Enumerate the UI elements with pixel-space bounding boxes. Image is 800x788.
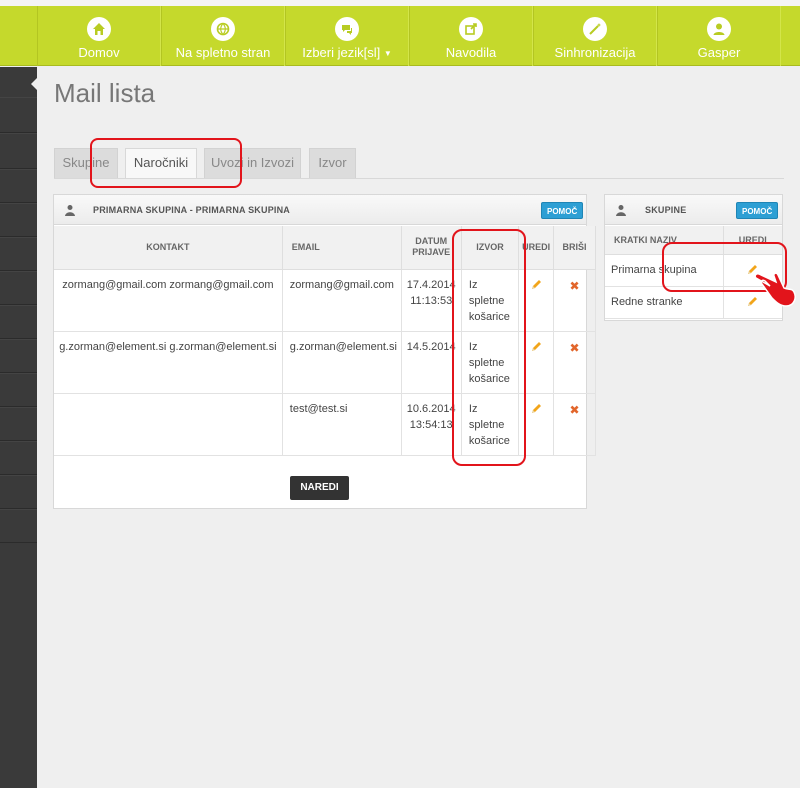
sidebar-item[interactable] bbox=[0, 305, 37, 339]
user-icon bbox=[64, 203, 76, 221]
nav-label: Gasper bbox=[697, 45, 741, 60]
sidebar-item[interactable] bbox=[0, 237, 37, 271]
sidebar-item[interactable] bbox=[0, 271, 37, 305]
home-icon bbox=[87, 17, 111, 41]
panel-title: SKUPINE bbox=[645, 205, 687, 215]
chat-icon bbox=[335, 17, 359, 41]
sidebar-item[interactable] bbox=[0, 509, 37, 543]
left-sidebar bbox=[0, 67, 38, 788]
user-icon bbox=[615, 203, 627, 221]
top-navigation: Domov Na spletno stran Izberi jezik[sl] … bbox=[0, 6, 800, 66]
cell-email: g.zorman@element.si bbox=[282, 331, 402, 394]
cell-kontakt: g.zorman@element.si g.zorman@element.si bbox=[54, 331, 283, 394]
nav-sync[interactable]: Sinhronizacija bbox=[533, 6, 657, 66]
panel-header: PRIMARNA SKUPINA - PRIMARNA SKUPINA POMO… bbox=[54, 195, 586, 225]
tab-izvor[interactable]: Izvor bbox=[309, 148, 356, 178]
nav-label: Domov bbox=[78, 45, 120, 60]
sidebar-item[interactable] bbox=[0, 169, 37, 203]
magic-wand-icon bbox=[583, 17, 607, 41]
delete-icon[interactable]: ✖ bbox=[569, 403, 579, 417]
pencil-icon[interactable] bbox=[531, 341, 542, 355]
cell-brisi: ✖ bbox=[553, 331, 596, 394]
sidebar-item[interactable] bbox=[0, 441, 37, 475]
user-icon bbox=[707, 17, 731, 41]
sidebar-item[interactable] bbox=[0, 373, 37, 407]
pencil-icon[interactable] bbox=[531, 279, 542, 293]
nav-label: Izberi jezik[sl] ▼ bbox=[302, 45, 392, 60]
column-header-brisi: BRIŠI bbox=[553, 226, 596, 270]
nav-home[interactable]: Domov bbox=[37, 6, 161, 66]
pointing-hand-icon bbox=[754, 268, 800, 315]
nav-user[interactable]: Gasper bbox=[657, 6, 781, 66]
external-link-icon bbox=[459, 17, 483, 41]
sidebar-item[interactable] bbox=[0, 133, 37, 169]
column-header-kontakt[interactable]: KONTAKT bbox=[54, 226, 283, 270]
cell-kontakt: zormang@gmail.com zormang@gmail.com bbox=[54, 269, 283, 332]
naredi-button[interactable]: NAREDI bbox=[290, 476, 349, 500]
help-button[interactable]: POMOČ bbox=[736, 202, 779, 219]
globe-icon bbox=[211, 17, 235, 41]
sidebar-item[interactable] bbox=[0, 339, 37, 373]
cell-brisi: ✖ bbox=[553, 393, 596, 456]
delete-icon[interactable]: ✖ bbox=[569, 341, 579, 355]
nav-label: Na spletno stran bbox=[175, 45, 271, 60]
panel-header: SKUPINE POMOČ bbox=[605, 195, 782, 225]
pencil-icon[interactable] bbox=[531, 403, 542, 417]
cell-brisi: ✖ bbox=[553, 269, 596, 332]
column-header-email[interactable]: EMAIL bbox=[282, 226, 402, 270]
nav-language[interactable]: Izberi jezik[sl] ▼ bbox=[285, 6, 409, 66]
nav-label: Navodila bbox=[445, 45, 497, 60]
page-title: Mail lista bbox=[54, 78, 156, 108]
cell-email: zormang@gmail.com bbox=[282, 269, 402, 332]
annotation-izvor-column-highlight bbox=[452, 229, 526, 466]
annotation-tab-highlight bbox=[90, 138, 242, 188]
sidebar-item[interactable] bbox=[0, 203, 37, 237]
delete-icon[interactable]: ✖ bbox=[569, 279, 579, 293]
sidebar-item[interactable] bbox=[0, 475, 37, 509]
sidebar-collapse-arrow[interactable] bbox=[31, 77, 38, 91]
nav-instructions[interactable]: Navodila bbox=[409, 6, 533, 66]
help-button[interactable]: POMOČ bbox=[541, 202, 584, 219]
chevron-down-icon: ▼ bbox=[383, 49, 392, 59]
sidebar-item[interactable] bbox=[0, 407, 37, 441]
nav-website[interactable]: Na spletno stran bbox=[161, 6, 285, 66]
sidebar-item[interactable] bbox=[0, 97, 37, 133]
cell-email: test@test.si bbox=[282, 393, 402, 456]
panel-title: PRIMARNA SKUPINA - PRIMARNA SKUPINA bbox=[93, 205, 291, 215]
nav-label: Sinhronizacija bbox=[554, 45, 636, 60]
cell-kontakt bbox=[54, 393, 283, 456]
